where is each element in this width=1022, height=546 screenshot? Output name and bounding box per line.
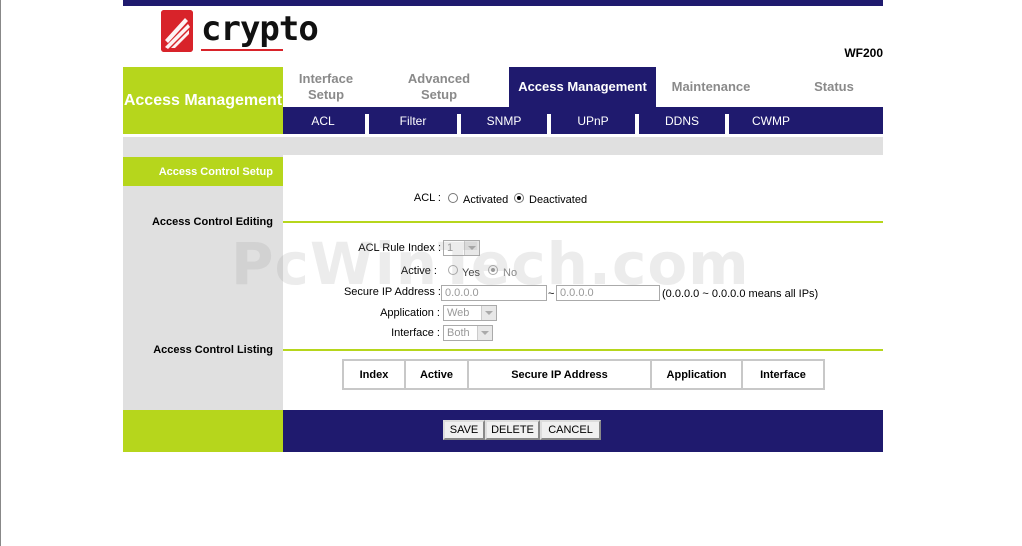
active-no-radio[interactable] [488,265,498,275]
tab-interface-setup[interactable]: Interface Setup [283,67,369,107]
interface-label: Interface : [391,327,440,339]
acl-activated-label: Activated [463,194,509,206]
secure-ip-start-input[interactable]: 0.0.0.0 [441,285,547,301]
col-secure-ip: Secure IP Address [467,359,652,390]
col-application: Application [650,359,743,390]
tab-access-management[interactable]: Access Management [509,67,656,107]
acl-label: ACL : [413,192,441,204]
model-name: WF200 [844,46,883,60]
active-yes-radio[interactable] [448,265,458,275]
divider-line [283,221,883,223]
acl-deactivated-radio[interactable] [514,193,524,203]
sub-nav: ACL Filter SNMP UPnP DDNS CWMP [283,107,883,134]
secure-ip-label: Secure IP Address : [343,286,441,298]
subtab-snmp[interactable]: SNMP [461,107,547,134]
rule-index-label: ACL Rule Index : [358,242,441,254]
sidebar-column [123,155,283,410]
interface-value: Both [447,327,470,339]
chevron-down-icon [481,306,496,320]
interface-select[interactable]: Both [443,325,493,341]
bottom-left-block [123,410,283,452]
col-active: Active [404,359,469,390]
logo-wordmark: crypto [201,9,319,49]
delete-button[interactable]: DELETE [485,420,540,440]
active-label: Active : [400,265,437,277]
grey-strip [123,137,883,155]
window-edge [0,0,1,546]
divider-line [283,349,883,351]
tab-maintenance[interactable]: Maintenance [656,67,766,107]
rule-index-select[interactable]: 1 [443,240,480,256]
col-index: Index [342,359,406,390]
sidebar-label-listing: Access Control Listing [153,344,273,356]
chevron-down-icon [464,241,479,255]
acl-activated-radio[interactable] [448,193,458,203]
main-tabs: Interface Setup Advanced Setup Access Ma… [283,67,883,107]
rule-index-value: 1 [447,242,454,254]
table-header-row: Index Active Secure IP Address Applicati… [342,359,825,390]
acl-deactivated-label: Deactivated [529,194,588,206]
brand-logo: crypto [161,9,319,55]
application-value: Web [447,307,470,319]
router-admin-page: crypto WF200 Access Management Interface… [123,0,883,452]
secure-ip-separator: ~ [548,288,555,300]
tab-status[interactable]: Status [793,67,875,107]
top-bar [123,0,883,6]
section-title: Access Management [123,67,283,134]
subtab-acl[interactable]: ACL [283,107,363,134]
access-control-table: Index Active Secure IP Address Applicati… [342,359,825,390]
subtab-cwmp[interactable]: CWMP [729,107,813,134]
subtab-upnp[interactable]: UPnP [551,107,635,134]
secure-ip-hint: (0.0.0.0 ~ 0.0.0.0 means all IPs) [662,288,819,300]
chevron-down-icon [477,326,492,340]
col-interface: Interface [741,359,825,390]
secure-ip-end-input[interactable]: 0.0.0.0 [556,285,660,301]
application-label: Application : [380,307,440,319]
subtab-filter[interactable]: Filter [369,107,457,134]
sidebar-label-editing: Access Control Editing [151,216,273,228]
application-select[interactable]: Web [443,305,497,321]
active-no-label: No [503,267,518,279]
cancel-button[interactable]: CANCEL [540,420,601,440]
logo-underline [201,49,283,51]
subtab-ddns[interactable]: DDNS [639,107,725,134]
logo-icon [161,10,193,52]
sidebar-header: Access Control Setup [123,157,283,186]
save-button[interactable]: SAVE [443,420,485,440]
tab-advanced-setup[interactable]: Advanced Setup [394,67,484,107]
active-yes-label: Yes [462,267,480,279]
